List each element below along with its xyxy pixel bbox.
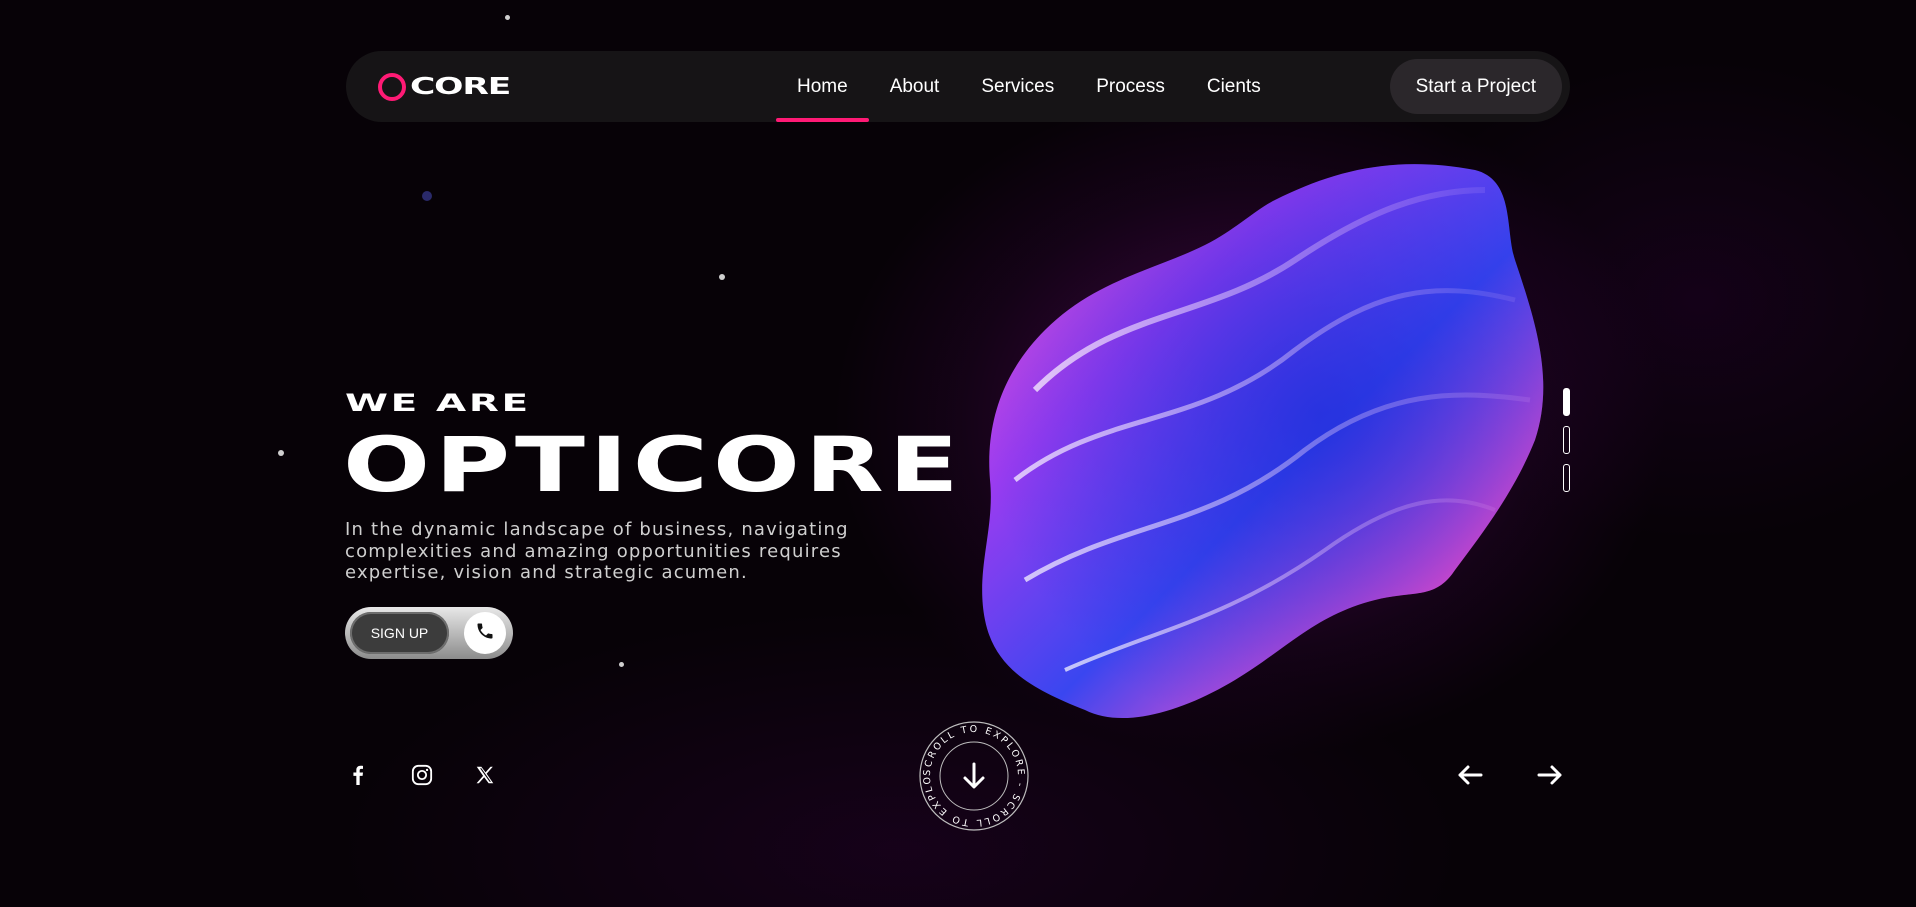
start-project-button[interactable]: Start a Project — [1389, 59, 1562, 114]
facebook-icon — [351, 765, 365, 790]
nav-item-clients[interactable]: Cients — [1186, 51, 1282, 122]
nav-item-services[interactable]: Services — [960, 51, 1075, 122]
slide-indicator-1[interactable] — [1563, 388, 1570, 416]
particle — [278, 450, 284, 456]
particle — [505, 15, 510, 20]
phone-icon — [475, 621, 495, 646]
nav-item-process[interactable]: Process — [1075, 51, 1186, 122]
x-twitter-icon — [474, 764, 496, 791]
arrow-down-icon — [963, 762, 985, 789]
logo-ring-icon — [378, 73, 406, 101]
particle — [422, 191, 432, 201]
signup-button[interactable]: SIGN UP — [350, 612, 449, 654]
nav-menu: Home About Services Process Cients — [776, 51, 1282, 122]
instagram-link[interactable] — [410, 764, 434, 791]
nav-item-about[interactable]: About — [869, 51, 961, 122]
nav-item-home[interactable]: Home — [776, 51, 869, 122]
next-slide-button[interactable] — [1536, 763, 1564, 791]
slide-indicator-2[interactable] — [1563, 426, 1570, 454]
logo-text: CORE — [410, 72, 511, 101]
logo[interactable]: CORE — [378, 72, 511, 102]
particle — [719, 274, 725, 280]
slide-indicators — [1563, 388, 1570, 502]
particle — [619, 662, 624, 667]
x-link[interactable] — [473, 765, 497, 789]
arrow-left-icon — [1457, 764, 1483, 791]
instagram-icon — [411, 764, 433, 791]
facebook-link[interactable] — [346, 765, 370, 789]
scroll-to-explore-badge[interactable]: SCROLL TO EXPLORE - SCROLL TO EXPLORE - — [914, 712, 1030, 832]
hero-title: OPTICORE — [343, 420, 964, 509]
slide-indicator-3[interactable] — [1563, 464, 1570, 492]
hero-pretitle: WE ARE — [345, 389, 531, 418]
arrow-right-icon — [1537, 764, 1563, 791]
signup-group: SIGN UP — [345, 607, 513, 659]
call-button[interactable] — [464, 612, 506, 654]
navbar: CORE Home About Services Process Cients … — [346, 51, 1570, 122]
hero-description: In the dynamic landscape of business, na… — [345, 519, 849, 583]
previous-slide-button[interactable] — [1456, 763, 1484, 791]
hero-blob-image — [975, 150, 1565, 730]
